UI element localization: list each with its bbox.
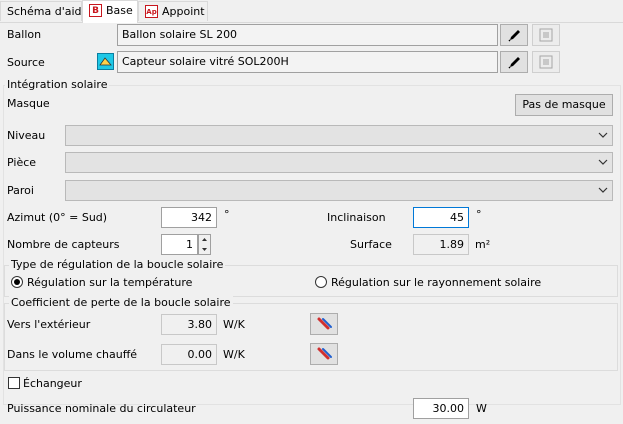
regulation-title: Type de régulation de la boucle solaire — [9, 258, 226, 271]
paroi-select[interactable] — [65, 180, 613, 201]
integration-title: Intégration solaire — [5, 78, 110, 91]
exterieur-unit: W/K — [223, 318, 245, 331]
azimut-label: Azimut (0° = Sud) — [7, 211, 108, 224]
ballon-library-button[interactable] — [532, 24, 560, 46]
pipe-tool-icon — [317, 317, 332, 330]
exterieur-calc-button[interactable] — [310, 313, 338, 335]
paroi-label: Paroi — [7, 184, 34, 197]
library-icon — [539, 55, 553, 69]
perte-title: Coefficient de perte de la boucle solair… — [9, 296, 233, 309]
nb-capteurs-spinner[interactable] — [198, 234, 211, 255]
base-icon: B — [89, 3, 102, 17]
appoint-icon: Ap — [145, 4, 158, 18]
ballon-field[interactable]: Ballon solaire SL 200 — [117, 24, 498, 46]
circulateur-label: Puissance nominale du circulateur — [7, 402, 196, 415]
source-field[interactable]: Capteur solaire vitré SOL200H — [117, 51, 498, 73]
chevron-down-icon — [598, 187, 608, 193]
tab-appoint[interactable]: Ap Appoint — [138, 1, 208, 21]
pencil-icon — [508, 30, 520, 42]
circulateur-unit: W — [476, 402, 487, 415]
volume-value: 0.00 — [161, 344, 217, 365]
masque-label: Masque — [7, 97, 50, 110]
tab-schema-aide[interactable]: Schéma d'aide — [0, 1, 88, 21]
surface-unit: m² — [475, 238, 491, 251]
radio-regulation-rayonnement[interactable] — [315, 276, 327, 288]
radio-regulation-temperature[interactable] — [11, 276, 23, 288]
azimut-input[interactable]: 342 — [161, 207, 217, 228]
exterieur-label: Vers l'extérieur — [7, 318, 91, 331]
inclinaison-unit: ° — [476, 208, 482, 221]
piece-select[interactable] — [65, 152, 613, 173]
regulation-temperature-label[interactable]: Régulation sur la température — [27, 276, 192, 289]
source-library-button[interactable] — [532, 51, 560, 73]
volume-label: Dans le volume chauffé — [7, 348, 138, 361]
tab-base[interactable]: B Base — [82, 0, 138, 23]
surface-label: Surface — [350, 238, 392, 251]
pipe-tool-icon — [317, 347, 332, 360]
exterieur-value: 3.80 — [161, 314, 217, 335]
regulation-rayonnement-label[interactable]: Régulation sur le rayonnement solaire — [331, 276, 541, 289]
spin-down-icon[interactable] — [199, 245, 210, 254]
circulateur-input[interactable]: 30.00 — [413, 398, 469, 419]
azimut-unit: ° — [224, 208, 230, 221]
nb-capteurs-label: Nombre de capteurs — [7, 238, 120, 251]
nb-capteurs-input[interactable]: 1 — [161, 234, 198, 255]
library-icon — [539, 28, 553, 42]
source-label: Source — [7, 56, 45, 69]
inclinaison-label: Inclinaison — [327, 211, 386, 224]
niveau-label: Niveau — [7, 129, 46, 142]
radio-dot — [14, 279, 20, 285]
tab-label: Schéma d'aide — [7, 5, 89, 18]
echangeur-checkbox[interactable] — [8, 377, 20, 389]
volume-unit: W/K — [223, 348, 245, 361]
echangeur-label[interactable]: Échangeur — [23, 377, 82, 390]
tab-bar: Schéma d'aide B Base Ap Appoint — [0, 0, 623, 23]
piece-label: Pièce — [7, 156, 37, 169]
solar-collector-icon — [97, 53, 114, 70]
pencil-icon — [508, 57, 520, 69]
chevron-down-icon — [598, 159, 608, 165]
inclinaison-input[interactable]: 45 — [413, 207, 469, 228]
ballon-label: Ballon — [7, 28, 42, 41]
tab-label: Appoint — [162, 5, 205, 18]
volume-calc-button[interactable] — [310, 343, 338, 365]
edit-ballon-button[interactable] — [500, 24, 528, 46]
surface-value: 1.89 — [413, 234, 469, 255]
tab-label: Base — [106, 4, 133, 17]
chevron-down-icon — [598, 132, 608, 138]
edit-source-button[interactable] — [500, 51, 528, 73]
pas-de-masque-button[interactable]: Pas de masque — [515, 94, 613, 116]
niveau-select[interactable] — [65, 125, 613, 146]
spin-up-icon[interactable] — [199, 235, 210, 244]
